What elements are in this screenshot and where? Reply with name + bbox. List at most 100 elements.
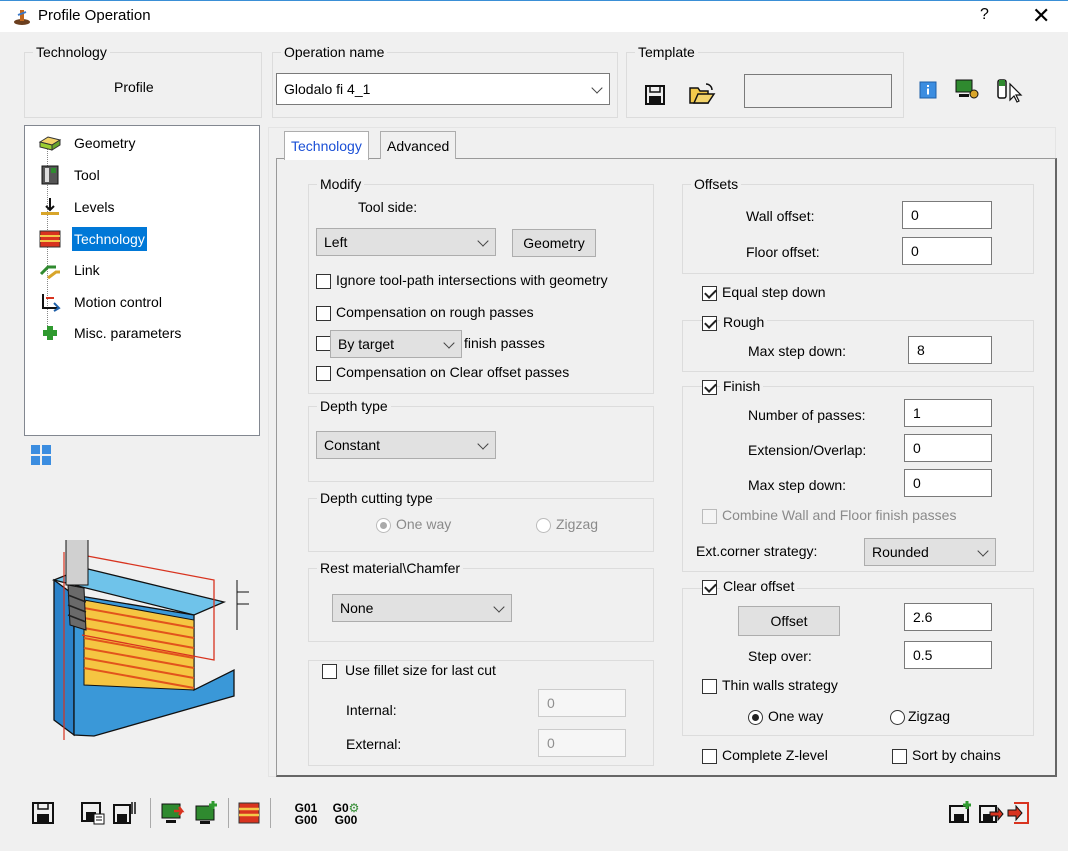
clear-offset-label: Clear offset [720,578,798,594]
external-input[interactable]: 0 [538,729,626,757]
rough-label: Rough [720,314,768,330]
clear-one-way-radio[interactable] [748,710,763,725]
add-operation-icon[interactable] [948,800,974,826]
depth-one-way-radio[interactable] [376,518,391,533]
comp-rough-checkbox[interactable] [316,306,331,321]
technology-icon [39,230,61,248]
comp-finish-checkbox[interactable] [316,336,331,351]
technology-toolbar-icon[interactable] [236,800,262,826]
save-icon[interactable] [30,800,56,826]
finish-passes-label: finish passes [464,335,545,351]
finish-checkbox[interactable] [702,380,717,395]
chevron-down-icon [977,545,989,557]
combine-passes-checkbox[interactable] [702,509,717,524]
tree-label: Link [74,262,100,278]
by-target-select[interactable]: By target [330,330,462,358]
operation-name-legend: Operation name [284,44,385,60]
tool-icon [41,165,59,185]
tree-label: Geometry [74,135,136,151]
save-as-icon[interactable] [80,800,106,826]
finish-max-step-input[interactable]: 0 [904,469,992,497]
rough-max-step-input[interactable]: 8 [908,336,992,364]
floor-offset-input[interactable]: 0 [902,237,992,265]
close-button[interactable]: ✕ [1032,3,1050,29]
open-template-icon[interactable] [688,82,716,106]
tree-label: Motion control [74,294,162,310]
extension-overlap-label: Extension/Overlap: [748,442,867,458]
sort-chains-checkbox[interactable] [892,749,907,764]
save-template-icon[interactable] [644,84,666,106]
technology-value: Profile [114,79,154,95]
help-button[interactable]: ? [980,6,989,24]
extension-overlap-input[interactable]: 0 [904,434,992,462]
by-target-value: By target [338,336,395,352]
wall-offset-input[interactable]: 0 [902,201,992,229]
rest-material-select[interactable]: None [332,594,512,622]
save-all-icon[interactable] [112,800,138,826]
offset-value-input[interactable]: 2.6 [904,603,992,631]
tool-side-select[interactable]: Left [316,228,496,256]
chevron-down-icon [493,601,505,613]
corner-strategy-select[interactable]: Rounded [864,538,996,566]
depth-cutting-legend: Depth cutting type [320,490,433,506]
equal-step-checkbox[interactable] [702,286,717,301]
tree-label: Technology [72,227,147,251]
depth-type-legend: Depth type [320,398,388,414]
offset-button[interactable]: Offset [738,606,840,636]
geometry-icon [38,136,62,151]
chevron-down-icon [477,235,489,247]
ignore-intersections-label: Ignore tool-path intersections with geom… [336,272,608,288]
comp-clear-checkbox[interactable] [316,366,331,381]
motion-control-icon [42,294,61,312]
ignore-intersections-checkbox[interactable] [316,274,331,289]
internal-input[interactable]: 0 [538,689,626,717]
tab-technology[interactable]: Technology [284,131,369,160]
wall-offset-label: Wall offset: [746,208,815,224]
template-legend: Template [638,44,695,60]
tree-label: Misc. parameters [74,325,182,341]
misc-parameters-icon [43,326,57,340]
technology-legend: Technology [36,44,107,60]
g0-g00-button[interactable]: G0⚙ G00 [328,802,364,826]
depth-type-select[interactable]: Constant [316,431,496,459]
geometry-button[interactable]: Geometry [512,229,596,257]
tab-advanced[interactable]: Advanced [380,131,457,159]
external-label: External: [346,736,402,752]
modify-legend: Modify [320,176,362,192]
use-fillet-checkbox[interactable] [322,664,337,679]
rest-material-legend: Rest material\Chamfer [320,560,461,576]
app-icon [14,10,30,25]
g00-label: G00 [334,813,358,827]
step-over-input[interactable]: 0.5 [904,641,992,669]
internal-label: Internal: [346,702,397,718]
chevron-down-icon [591,82,603,94]
template-name-field[interactable] [744,74,892,108]
rest-material-value: None [340,600,374,616]
rough-checkbox[interactable] [702,316,717,331]
tool-pointer-icon[interactable] [994,76,1024,104]
complete-z-checkbox[interactable] [702,749,717,764]
chevron-down-icon [477,438,489,450]
tree-label: Tool [74,167,100,183]
thin-walls-checkbox[interactable] [702,679,717,694]
clear-zigzag-label: Zigzag [908,708,951,724]
info-icon[interactable] [919,81,937,99]
operation-name-combo[interactable]: Glodalo fi 4_1 [276,73,610,105]
toolbar-divider [228,798,229,828]
tool-side-value: Left [324,234,348,250]
profile-illustration [51,540,249,740]
clear-zigzag-radio[interactable] [890,710,905,725]
save-exit-icon[interactable] [978,800,1004,826]
grid-view-icon[interactable] [30,444,52,466]
new-operation-icon[interactable] [194,800,220,826]
export-icon[interactable] [160,800,186,826]
finish-passes-input[interactable]: 1 [904,399,992,427]
depth-zigzag-label: Zigzag [556,516,599,532]
window-title: Profile Operation [38,7,151,24]
g01-g00-button[interactable]: G01 G00 [288,802,324,826]
depth-zigzag-radio[interactable] [536,518,551,533]
computer-settings-icon[interactable] [954,78,980,102]
clear-offset-checkbox[interactable] [702,580,717,595]
exit-icon[interactable] [1006,800,1032,826]
finish-passes-count-label: Number of passes: [748,407,866,423]
